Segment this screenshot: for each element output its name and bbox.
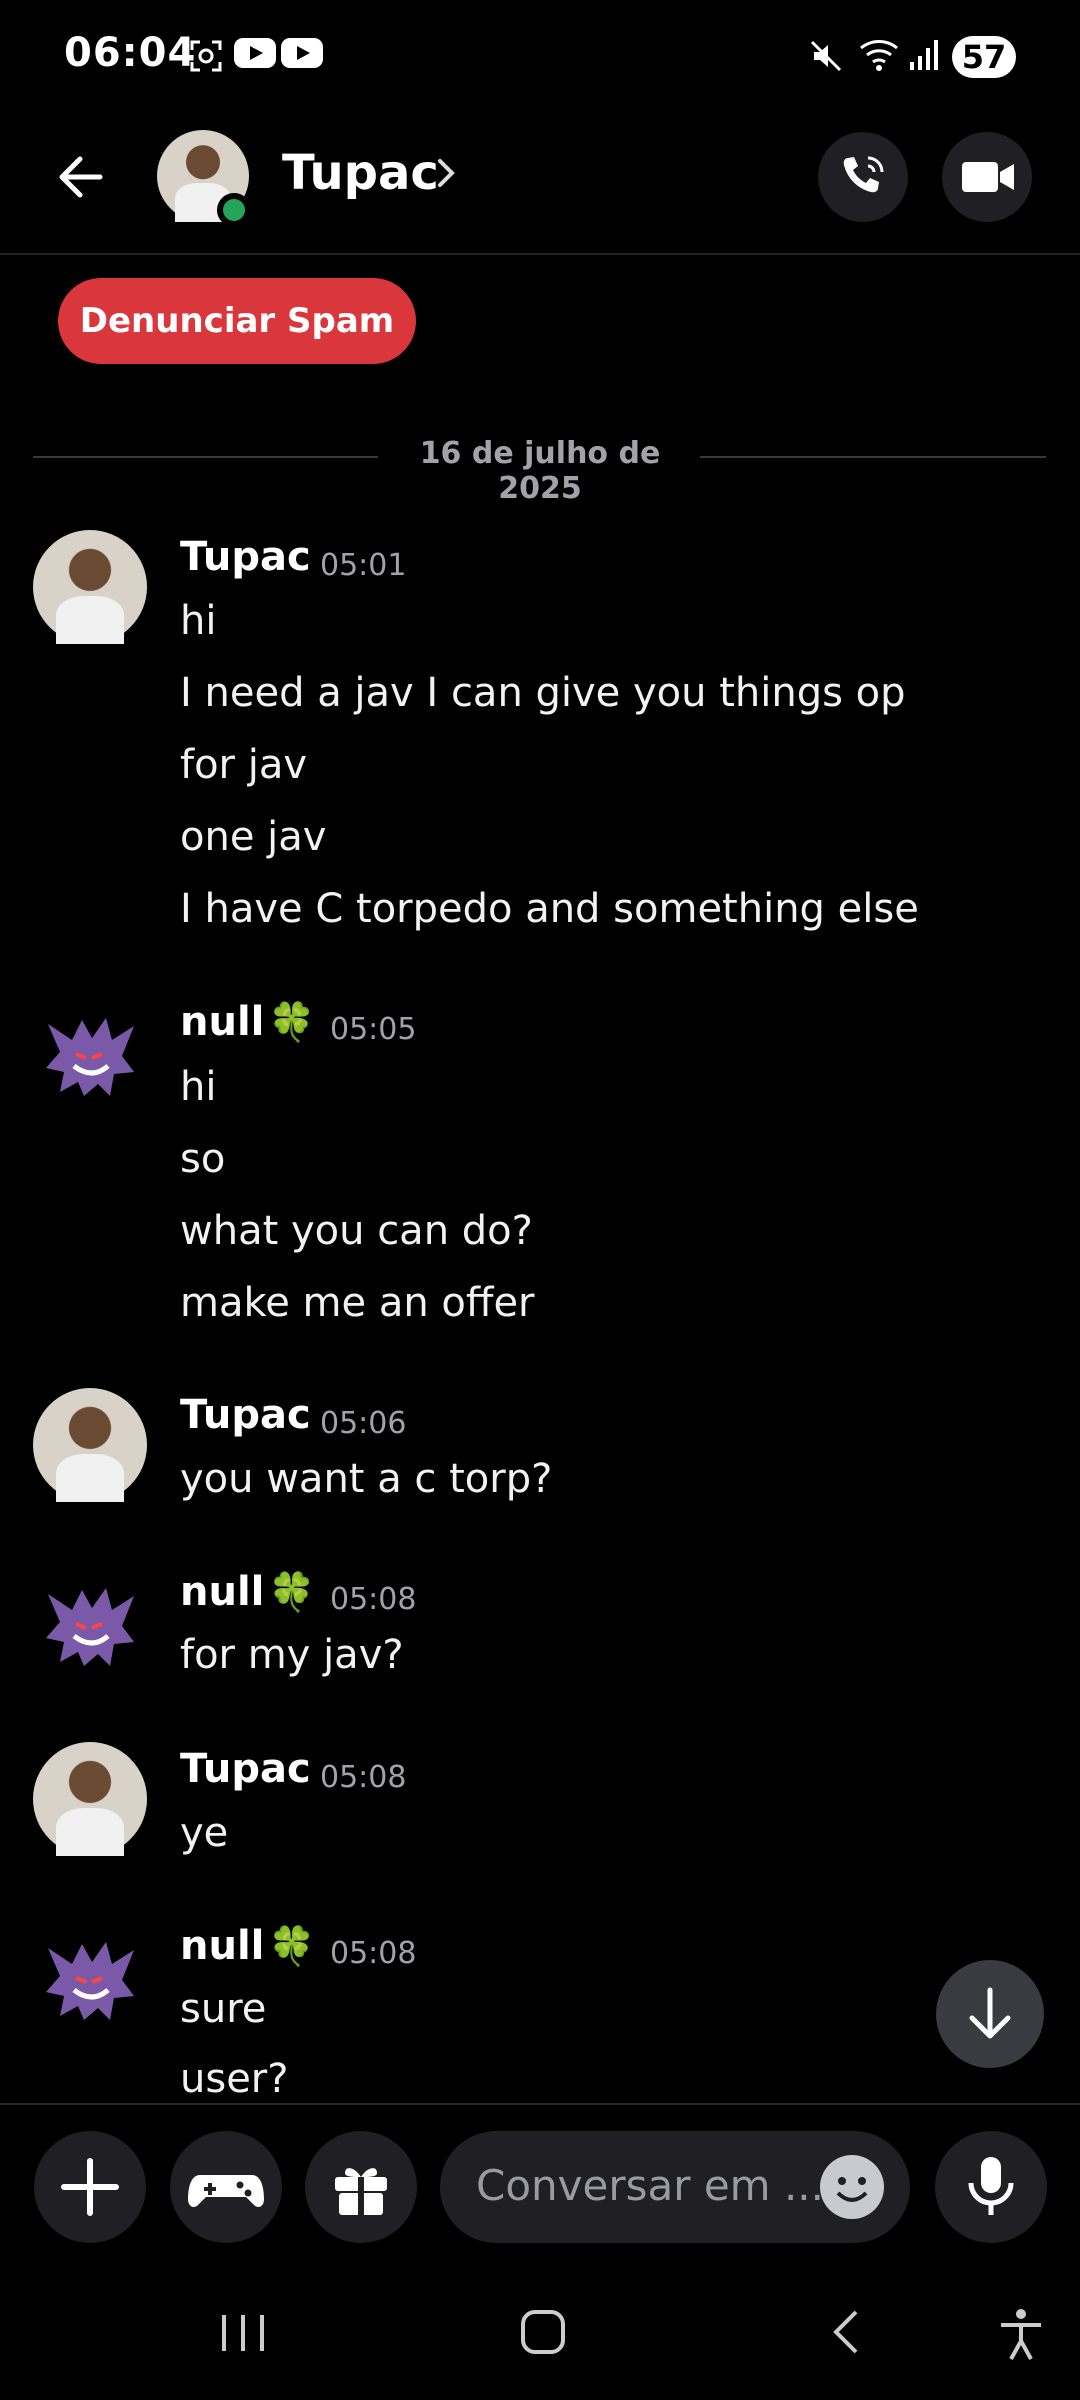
chat-header: Tupac (0, 115, 1080, 255)
youtube-notification-icon-2 (281, 38, 323, 68)
online-status-dot (217, 193, 251, 227)
tupac-avatar[interactable] (33, 530, 147, 644)
gamepad-icon (188, 2175, 264, 2207)
status-bar: 06:04 57 (0, 0, 1080, 115)
date-divider-line-left (33, 456, 378, 458)
date-divider-line-right (700, 456, 1046, 458)
tupac-avatar[interactable] (33, 1742, 147, 1856)
contact-name[interactable]: Tupac (282, 145, 439, 201)
nav-back-icon[interactable] (826, 2307, 866, 2357)
accessibility-icon[interactable] (996, 2307, 1046, 2361)
message-text[interactable]: make me an offer (180, 1280, 535, 1326)
youtube-notification-icon (234, 38, 276, 68)
message-timestamp: 05:01 (320, 548, 407, 583)
message-text[interactable]: what you can do? (180, 1208, 533, 1254)
add-attachment-button[interactable] (34, 2131, 146, 2243)
clover-emoji: 🍀 (268, 1570, 316, 1614)
activities-button[interactable] (170, 2131, 282, 2243)
message-text[interactable]: so (180, 1136, 225, 1182)
message-timestamp: 05:08 (320, 1760, 407, 1795)
screenshot-icon (190, 40, 222, 72)
message-timestamp: 05:08 (330, 1582, 417, 1617)
gift-icon (335, 2168, 387, 2215)
message-text[interactable]: I have C torpedo and something else (180, 886, 919, 932)
arrow-down-icon (969, 1987, 1011, 2039)
chevron-right-icon[interactable] (434, 155, 458, 191)
null-avatar[interactable] (40, 1012, 140, 1102)
message-input[interactable]: Conversar em ... (440, 2131, 910, 2243)
message-composer: Conversar em ... (0, 2103, 1080, 2265)
home-icon[interactable] (518, 2307, 568, 2357)
emoji-icon (836, 2177, 868, 2202)
contact-avatar[interactable] (157, 130, 251, 227)
gift-button[interactable] (305, 2131, 417, 2243)
phone-call-icon (843, 156, 884, 193)
signal-icon (910, 40, 938, 70)
null-avatar[interactable] (40, 1582, 140, 1672)
message-author[interactable]: null 🍀 (180, 999, 316, 1045)
message-text[interactable]: user? (180, 2056, 288, 2102)
battery-indicator: 57 (952, 36, 1016, 78)
status-time: 06:04 (64, 30, 197, 76)
message-timestamp: 05:08 (330, 1936, 417, 1971)
recents-icon[interactable] (218, 2311, 268, 2355)
clover-emoji: 🍀 (268, 1924, 316, 1968)
message-text[interactable]: hi (180, 598, 216, 644)
voice-message-button[interactable] (935, 2131, 1047, 2243)
message-timestamp: 05:05 (330, 1012, 417, 1047)
message-text[interactable]: I need a jav I can give you things op (180, 670, 906, 716)
video-call-button[interactable] (942, 132, 1032, 222)
message-text[interactable]: sure (180, 1986, 266, 2032)
message-text[interactable]: one jav (180, 814, 326, 860)
voice-call-button[interactable] (818, 132, 908, 222)
mute-icon (810, 40, 842, 72)
wifi-icon (860, 40, 898, 71)
message-text[interactable]: for jav (180, 742, 307, 788)
system-navigation-bar (0, 2263, 1080, 2400)
plus-icon (61, 2158, 119, 2216)
message-text[interactable]: for my jav? (180, 1632, 404, 1678)
message-text[interactable]: ye (180, 1810, 228, 1856)
message-author[interactable]: Tupac (180, 1392, 311, 1438)
null-avatar[interactable] (40, 1936, 140, 2026)
date-divider: 16 de julho de 2025 (419, 436, 661, 506)
message-input-placeholder: Conversar em ... (476, 2161, 824, 2210)
message-text[interactable]: you want a c torp? (180, 1456, 552, 1502)
clover-emoji: 🍀 (268, 1000, 316, 1044)
message-author[interactable]: Tupac (180, 1746, 311, 1792)
emoji-button[interactable] (820, 2155, 884, 2219)
tupac-avatar[interactable] (33, 1388, 147, 1502)
message-author[interactable]: null 🍀 (180, 1923, 316, 1969)
message-text[interactable]: hi (180, 1064, 216, 1110)
message-timestamp: 05:06 (320, 1406, 407, 1441)
back-arrow-icon[interactable] (50, 145, 114, 209)
message-author[interactable]: Tupac (180, 534, 311, 580)
message-author[interactable]: null 🍀 (180, 1569, 316, 1615)
report-spam-button[interactable]: Denunciar Spam (58, 278, 416, 364)
microphone-icon (968, 2157, 1014, 2215)
video-camera-icon (962, 162, 1014, 192)
scroll-to-bottom-button[interactable] (936, 1960, 1044, 2068)
